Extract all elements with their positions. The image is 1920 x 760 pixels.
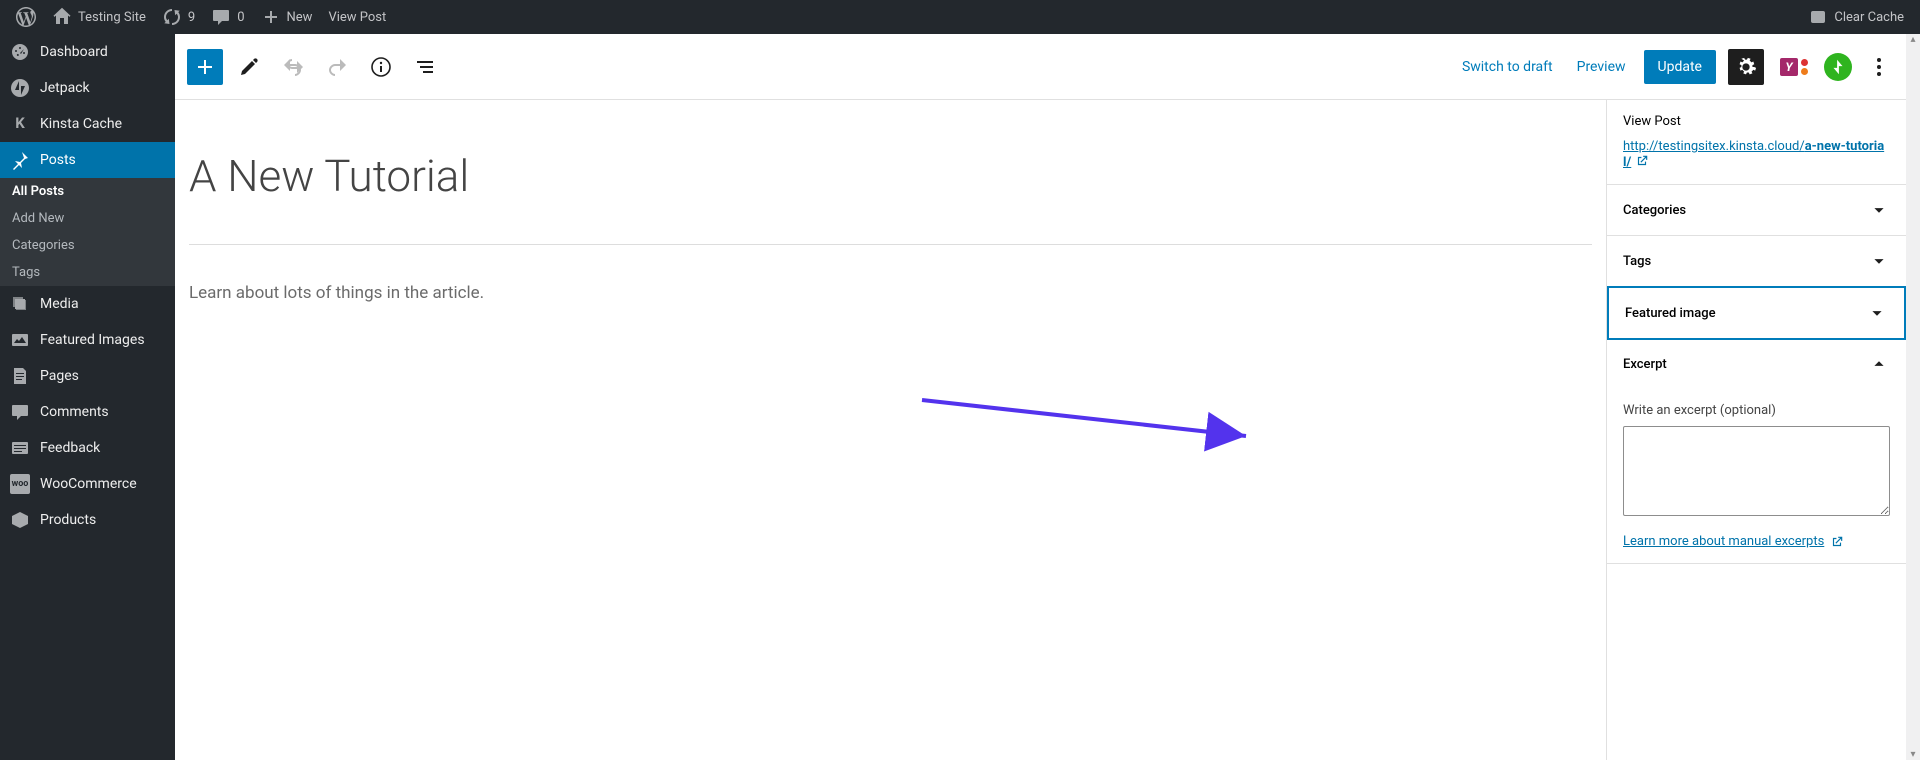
switch-to-draft-button[interactable]: Switch to draft — [1456, 51, 1559, 83]
info-icon — [369, 55, 393, 79]
comment-count: 0 — [237, 10, 244, 25]
woo-icon: woo — [10, 474, 30, 494]
submenu-add-new[interactable]: Add New — [0, 205, 175, 232]
list-view-icon — [413, 55, 437, 79]
site-name: Testing Site — [78, 10, 146, 25]
preview-button[interactable]: Preview — [1571, 51, 1632, 83]
submenu-tags[interactable]: Tags — [0, 259, 175, 286]
pages-icon — [10, 366, 30, 386]
sidebar-item-kinsta-cache[interactable]: K Kinsta Cache — [0, 106, 175, 142]
block-editor: Switch to draft Preview Update Y — [175, 34, 1906, 760]
sidebar-item-posts[interactable]: Posts — [0, 142, 175, 178]
settings-sidebar: View Post http://testingsitex.kinsta.clo… — [1606, 100, 1906, 760]
categories-panel-toggle[interactable]: Categories — [1607, 185, 1906, 236]
settings-toggle-button[interactable] — [1728, 49, 1764, 85]
sidebar-item-woocommerce[interactable]: woo WooCommerce — [0, 466, 175, 502]
chevron-down-icon — [1866, 302, 1888, 324]
excerpt-panel-toggle[interactable]: Excerpt — [1607, 339, 1906, 389]
external-link-icon — [1830, 535, 1844, 549]
sidebar-item-jetpack[interactable]: Jetpack — [0, 70, 175, 106]
pin-icon — [10, 150, 30, 170]
yoast-score-icon — [1801, 59, 1808, 75]
feedback-icon — [10, 438, 30, 458]
products-icon — [10, 510, 30, 530]
redo-icon — [325, 55, 349, 79]
learn-more-link[interactable]: Learn more about manual excerpts — [1623, 534, 1844, 549]
media-icon — [10, 294, 30, 314]
tags-panel-toggle[interactable]: Tags — [1607, 236, 1906, 287]
update-button[interactable]: Update — [1644, 50, 1716, 84]
excerpt-panel-body: Write an excerpt (optional) Learn more a… — [1607, 389, 1906, 564]
permalink-section: View Post http://testingsitex.kinsta.clo… — [1607, 100, 1906, 185]
add-block-button[interactable] — [187, 49, 223, 85]
sidebar-item-dashboard[interactable]: Dashboard — [0, 34, 175, 70]
external-link-icon — [1635, 154, 1649, 168]
site-name-link[interactable]: Testing Site — [44, 0, 154, 34]
chevron-up-icon — [1868, 353, 1890, 375]
yoast-icon: Y — [1780, 58, 1798, 76]
updates-link[interactable]: 9 — [154, 0, 203, 34]
clear-cache-link[interactable]: Clear Cache — [1800, 0, 1912, 34]
title-divider — [189, 244, 1592, 245]
submenu-all-posts[interactable]: All Posts — [0, 178, 175, 205]
plus-icon — [261, 7, 281, 27]
pencil-icon — [237, 55, 261, 79]
cache-icon — [1808, 7, 1828, 27]
editor-toolbar: Switch to draft Preview Update Y — [175, 34, 1906, 100]
sidebar-item-feedback[interactable]: Feedback — [0, 430, 175, 466]
submenu-categories[interactable]: Categories — [0, 232, 175, 259]
posts-submenu: All Posts Add New Categories Tags — [0, 178, 175, 286]
plus-icon — [193, 55, 217, 79]
update-icon — [162, 7, 182, 27]
view-post-heading: View Post — [1623, 114, 1890, 129]
window-scrollbar[interactable]: ▴ ▾ — [1906, 34, 1920, 760]
dashboard-icon — [10, 42, 30, 62]
wp-logo-menu[interactable] — [8, 0, 44, 34]
sidebar-item-pages[interactable]: Pages — [0, 358, 175, 394]
jetpack-button[interactable] — [1824, 53, 1852, 81]
sidebar-item-comments[interactable]: Comments — [0, 394, 175, 430]
sidebar-item-featured-images[interactable]: Featured Images — [0, 322, 175, 358]
comments-icon — [10, 402, 30, 422]
info-button[interactable] — [363, 49, 399, 85]
more-options-button[interactable] — [1864, 49, 1894, 85]
sidebar-item-products[interactable]: Products — [0, 502, 175, 538]
yoast-button[interactable]: Y — [1776, 49, 1812, 85]
permalink-link[interactable]: http://testingsitex.kinsta.cloud/a-new-t… — [1623, 139, 1884, 170]
post-content-block[interactable]: Learn about lots of things in the articl… — [189, 283, 1592, 303]
kinsta-icon: K — [10, 114, 30, 134]
view-post-link[interactable]: View Post — [320, 0, 394, 34]
bolt-icon — [1829, 58, 1847, 76]
outline-button[interactable] — [407, 49, 443, 85]
admin-bar: Testing Site 9 0 New View Post Clear Cac… — [0, 0, 1920, 34]
editor-canvas[interactable]: A New Tutorial Learn about lots of thing… — [175, 100, 1606, 760]
update-count: 9 — [188, 10, 195, 25]
new-content-link[interactable]: New — [253, 0, 321, 34]
post-title[interactable]: A New Tutorial — [189, 150, 1592, 202]
chevron-down-icon — [1868, 250, 1890, 272]
jetpack-icon — [10, 78, 30, 98]
gear-icon — [1735, 56, 1757, 78]
redo-button[interactable] — [319, 49, 355, 85]
tools-button[interactable] — [231, 49, 267, 85]
comments-link[interactable]: 0 — [203, 0, 252, 34]
admin-sidebar: Dashboard Jetpack K Kinsta Cache Posts A… — [0, 34, 175, 760]
sidebar-item-media[interactable]: Media — [0, 286, 175, 322]
featured-image-panel-toggle[interactable]: Featured image — [1607, 286, 1906, 340]
new-label: New — [287, 10, 313, 25]
wordpress-icon — [16, 7, 36, 27]
comment-icon — [211, 7, 231, 27]
chevron-down-icon — [1868, 199, 1890, 221]
undo-icon — [281, 55, 305, 79]
excerpt-textarea[interactable] — [1623, 426, 1890, 516]
home-icon — [52, 7, 72, 27]
images-icon — [10, 330, 30, 350]
excerpt-field-label: Write an excerpt (optional) — [1623, 403, 1890, 418]
undo-button[interactable] — [275, 49, 311, 85]
